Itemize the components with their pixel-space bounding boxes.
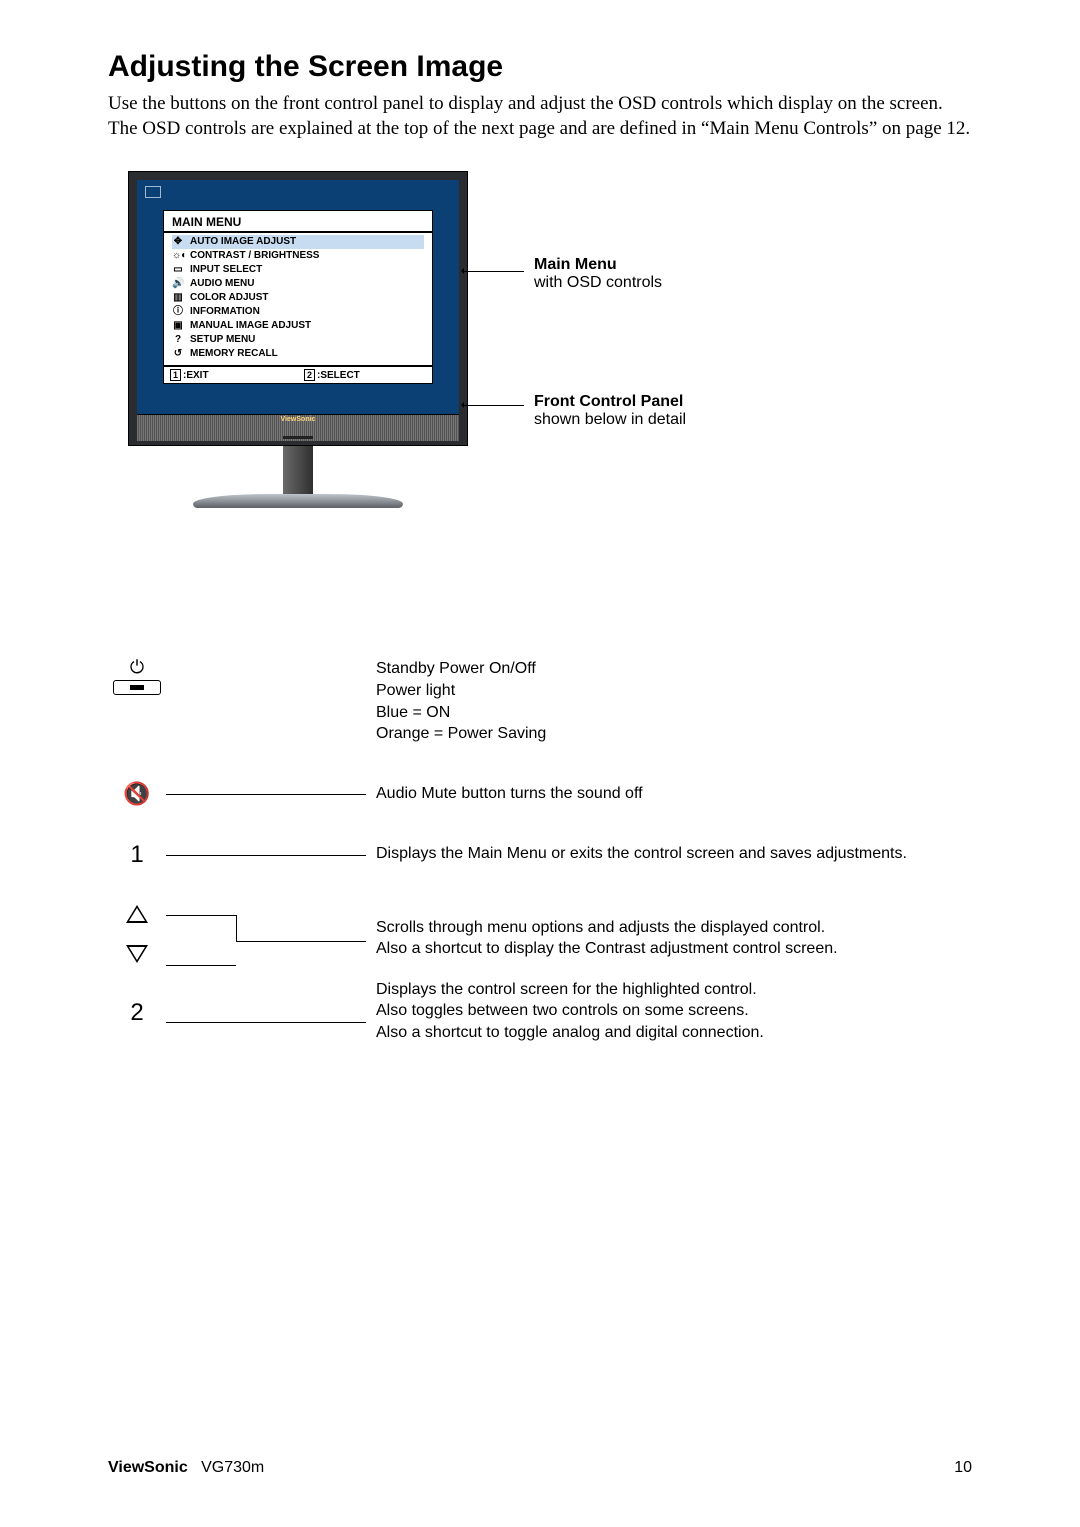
osd-item: ?SETUP MENU xyxy=(172,333,424,347)
footer-model: VG730m xyxy=(201,1459,264,1476)
power-line2: Power light xyxy=(376,680,972,702)
power-line1: Standby Power On/Off xyxy=(376,658,972,680)
page-number: 10 xyxy=(954,1459,972,1477)
power-line4: Orange = Power Saving xyxy=(376,723,972,745)
contrast-icon: ☼◐ xyxy=(172,249,184,263)
osd-item: ▥COLOR ADJUST xyxy=(172,291,424,305)
callout-main-menu-sub: with OSD controls xyxy=(534,274,662,292)
mute-text: Audio Mute button turns the sound off xyxy=(366,783,972,805)
callout-front-panel-title: Front Control Panel xyxy=(534,393,686,411)
osd-item: ⓘINFORMATION xyxy=(172,305,424,319)
osd-item: ✥AUTO IMAGE ADJUST xyxy=(172,235,424,249)
callouts: Main Menu with OSD controls Front Contro… xyxy=(484,171,844,257)
intro-paragraph: Use the buttons on the front control pan… xyxy=(108,92,972,141)
key-2: 2 xyxy=(304,369,315,381)
power-line3: Blue = ON xyxy=(376,702,972,724)
callout-main-menu-title: Main Menu xyxy=(534,256,662,274)
osd-item: ▣MANUAL IMAGE ADJUST xyxy=(172,319,424,333)
key-1: 1 xyxy=(170,369,181,381)
monitor-graphic: MAIN MENU ✥AUTO IMAGE ADJUST ☼◐CONTRAST … xyxy=(128,171,468,508)
callout-front-panel-sub: shown below in detail xyxy=(534,411,686,429)
osd-panel: MAIN MENU ✥AUTO IMAGE ADJUST ☼◐CONTRAST … xyxy=(163,210,433,384)
control-row-mute: 🔇 Audio Mute button turns the sound off xyxy=(108,783,972,805)
control-row-arrows: Scrolls through menu options and adjusts… xyxy=(108,905,972,963)
audio-icon: 🔊 xyxy=(172,277,184,291)
auto-adjust-icon: ✥ xyxy=(172,235,184,249)
monitor-figure: MAIN MENU ✥AUTO IMAGE ADJUST ☼◐CONTRAST … xyxy=(108,171,972,508)
page-footer: ViewSonic VG730m 10 xyxy=(108,1459,972,1477)
setup-icon: ? xyxy=(172,333,184,347)
arrows-line1: Scrolls through menu options and adjusts… xyxy=(376,917,972,939)
osd-item: ↺MEMORY RECALL xyxy=(172,347,424,361)
osd-item: ☼◐CONTRAST / BRIGHTNESS xyxy=(172,249,424,263)
mute-icon: 🔇 xyxy=(123,783,150,805)
brand-label: ViewSonic xyxy=(281,416,316,423)
button2-line1: Displays the control screen for the high… xyxy=(376,979,972,1001)
button2-line3: Also a shortcut to toggle analog and dig… xyxy=(376,1022,972,1044)
color-icon: ▥ xyxy=(172,291,184,305)
button2-line2: Also toggles between two controls on som… xyxy=(376,1000,972,1022)
arrows-line2: Also a shortcut to display the Contrast … xyxy=(376,938,972,960)
control-row-button2: 2 Displays the control screen for the hi… xyxy=(108,1001,972,1044)
monitor-stand-neck xyxy=(283,446,313,494)
button-1-label: 1 xyxy=(130,843,143,867)
control-row-power: ⏻ Standby Power On/Off Power light Blue … xyxy=(108,658,972,744)
controls-section: ⏻ Standby Power On/Off Power light Blue … xyxy=(108,658,972,1043)
monitor-stand-base xyxy=(193,494,403,508)
recall-icon: ↺ xyxy=(172,347,184,361)
button-2-label: 2 xyxy=(130,1001,143,1025)
osd-title: MAIN MENU xyxy=(164,211,432,233)
info-icon: ⓘ xyxy=(172,305,184,319)
button1-text: Displays the Main Menu or exits the cont… xyxy=(366,843,972,865)
footer-brand: ViewSonic xyxy=(108,1459,188,1476)
page-heading: Adjusting the Screen Image xyxy=(108,50,972,84)
osd-item: ▭INPUT SELECT xyxy=(172,263,424,277)
osd-footer: 1:EXIT 2:SELECT xyxy=(164,365,432,383)
envelope-icon xyxy=(145,186,161,198)
power-indicator-icon xyxy=(113,680,161,695)
osd-item: 🔊AUDIO MENU xyxy=(172,277,424,291)
power-icon: ⏻ xyxy=(130,658,144,676)
input-icon: ▭ xyxy=(172,263,184,277)
manual-icon: ▣ xyxy=(172,319,184,333)
control-row-button1: 1 Displays the Main Menu or exits the co… xyxy=(108,843,972,867)
up-arrow-icon xyxy=(126,905,148,923)
down-arrow-icon xyxy=(126,945,148,963)
speaker-bar: ViewSonic xyxy=(137,414,459,441)
